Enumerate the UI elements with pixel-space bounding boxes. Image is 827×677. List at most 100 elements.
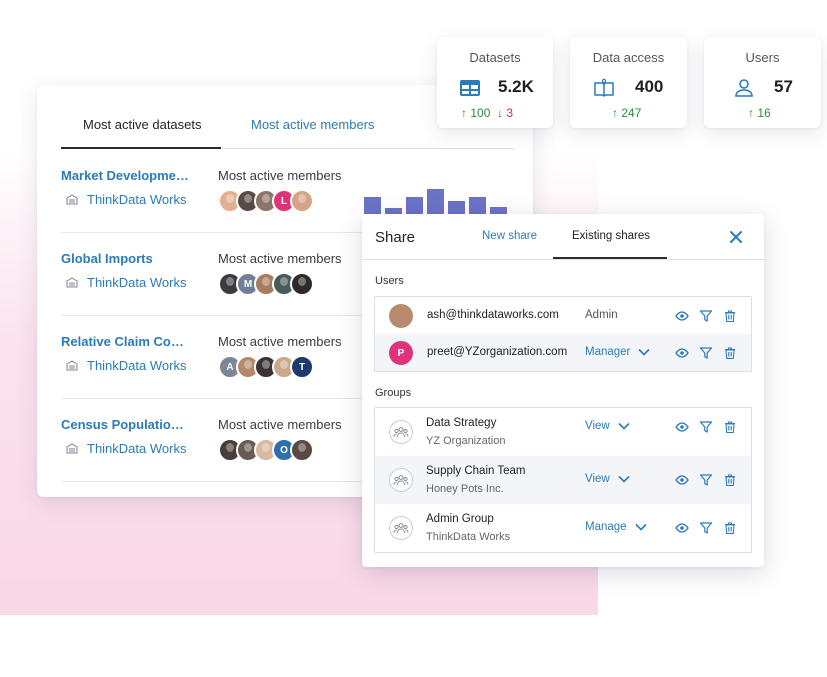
- chevron-down-icon: [634, 523, 647, 531]
- group-share-row: Data Strategy YZ Organization View: [375, 408, 751, 456]
- avatar[interactable]: [290, 272, 314, 296]
- building-icon: [66, 443, 78, 454]
- tab-most-active-members[interactable]: Most active members: [251, 117, 375, 132]
- stat-card-users: Users 57 ↑ 16: [704, 37, 821, 128]
- avatar[interactable]: [290, 189, 314, 213]
- most-active-members-label: Most active members: [218, 168, 342, 183]
- member-avatars: L: [218, 189, 314, 213]
- row-actions: [675, 309, 737, 323]
- member-avatars: M: [218, 272, 314, 296]
- user-icon: [735, 79, 753, 97]
- eye-icon[interactable]: [675, 420, 689, 434]
- eye-icon[interactable]: [675, 309, 689, 323]
- arrow-down-icon: ↓: [497, 106, 504, 120]
- filter-icon[interactable]: [699, 420, 713, 434]
- dataset-org-label: ThinkData Works: [87, 275, 187, 290]
- stat-title: Data access: [592, 50, 665, 65]
- trash-icon[interactable]: [723, 521, 737, 535]
- eye-icon[interactable]: [675, 346, 689, 360]
- group-icon: [389, 516, 413, 540]
- activity-bar: [427, 189, 444, 216]
- stat-title: Users: [745, 50, 780, 65]
- filter-icon[interactable]: [699, 473, 713, 487]
- role-dropdown[interactable]: Manager: [585, 346, 650, 358]
- dataset-org[interactable]: ThinkData Works: [66, 275, 186, 290]
- dataset-org[interactable]: ThinkData Works: [66, 441, 186, 456]
- role-label: View: [585, 420, 610, 432]
- trash-icon[interactable]: [723, 420, 737, 434]
- group-org: ThinkData Works: [426, 531, 511, 543]
- activity-bars: [364, 189, 507, 216]
- arrow-up-icon: ↑: [612, 106, 618, 120]
- most-active-members-label: Most active members: [218, 334, 342, 349]
- users-list: ash@thinkdataworks.com Admin P preet@YZo…: [374, 296, 752, 372]
- role-label: Admin: [585, 309, 618, 321]
- share-header: Share New share Existing shares: [362, 214, 764, 260]
- stat-value: 57: [774, 77, 793, 96]
- tab-existing-shares[interactable]: Existing shares: [572, 230, 650, 242]
- stat-trend: ↑ 100 ↓ 3: [461, 106, 513, 120]
- group-name: Data Strategy: [426, 417, 497, 429]
- eye-icon[interactable]: [675, 521, 689, 535]
- dataset-name[interactable]: Global Imports: [61, 251, 191, 266]
- user-share-row: P preet@YZorganization.com Manager: [375, 334, 751, 371]
- dataset-org[interactable]: ThinkData Works: [66, 192, 186, 207]
- member-avatars: O: [218, 438, 314, 462]
- chevron-down-icon: [638, 348, 650, 356]
- group-icon: [389, 468, 413, 492]
- stat-card-datasets: Datasets 5.2K ↑ 100 ↓ 3: [437, 37, 553, 128]
- open-book-icon: [594, 78, 614, 98]
- most-active-members-label: Most active members: [218, 251, 342, 266]
- building-icon: [66, 194, 78, 205]
- trash-icon[interactable]: [723, 473, 737, 487]
- dataset-org[interactable]: ThinkData Works: [66, 358, 186, 373]
- active-tab-indicator: [61, 147, 221, 149]
- dataset-org-label: ThinkData Works: [87, 358, 187, 373]
- dataset-name[interactable]: Relative Claim Costs...: [61, 334, 191, 349]
- role-dropdown[interactable]: View: [585, 420, 630, 432]
- trash-icon[interactable]: [723, 346, 737, 360]
- role-dropdown[interactable]: View: [585, 473, 630, 485]
- close-icon[interactable]: [728, 229, 744, 245]
- row-actions: [675, 420, 737, 434]
- group-org: Honey Pots Inc.: [426, 483, 504, 495]
- role-label: Manage: [585, 521, 627, 533]
- tab-new-share[interactable]: New share: [482, 230, 537, 242]
- active-tab-indicator: [553, 257, 667, 259]
- filter-icon[interactable]: [699, 309, 713, 323]
- groups-list: Data Strategy YZ Organization View Suppl…: [374, 407, 752, 553]
- eye-icon[interactable]: [675, 473, 689, 487]
- trend-up-value: 100: [470, 106, 491, 120]
- group-icon: [389, 420, 413, 444]
- arrow-up-icon: ↑: [461, 106, 467, 120]
- filter-icon[interactable]: [699, 346, 713, 360]
- dataset-org-label: ThinkData Works: [87, 441, 187, 456]
- stat-trend: ↑ 16: [748, 106, 771, 120]
- table-icon: [460, 80, 480, 96]
- building-icon: [66, 277, 78, 288]
- share-dialog: Share New share Existing shares Users as…: [362, 214, 764, 567]
- avatar[interactable]: [290, 438, 314, 462]
- dataset-name[interactable]: Market Development...: [61, 168, 191, 183]
- role-label: View: [585, 473, 610, 485]
- groups-section-label: Groups: [375, 387, 412, 399]
- stat-title: Datasets: [469, 50, 521, 65]
- avatar[interactable]: T: [290, 355, 314, 379]
- trash-icon[interactable]: [723, 309, 737, 323]
- stat-value: 5.2K: [498, 77, 534, 96]
- role-dropdown[interactable]: Manage: [585, 521, 647, 533]
- filter-icon[interactable]: [699, 521, 713, 535]
- avatar: [389, 304, 413, 328]
- users-section-label: Users: [375, 275, 404, 287]
- group-name: Supply Chain Team: [426, 465, 526, 477]
- stat-trend: ↑ 247: [612, 106, 641, 120]
- chevron-down-icon: [618, 422, 630, 430]
- group-org: YZ Organization: [426, 435, 506, 447]
- building-icon: [66, 360, 78, 371]
- dataset-name[interactable]: Census Population D...: [61, 417, 191, 432]
- tab-most-active-datasets[interactable]: Most active datasets: [83, 117, 202, 132]
- group-share-row: Supply Chain Team Honey Pots Inc. View: [375, 456, 751, 504]
- user-role: Admin: [585, 309, 618, 321]
- member-avatars: A T: [218, 355, 314, 379]
- share-title: Share: [375, 229, 416, 246]
